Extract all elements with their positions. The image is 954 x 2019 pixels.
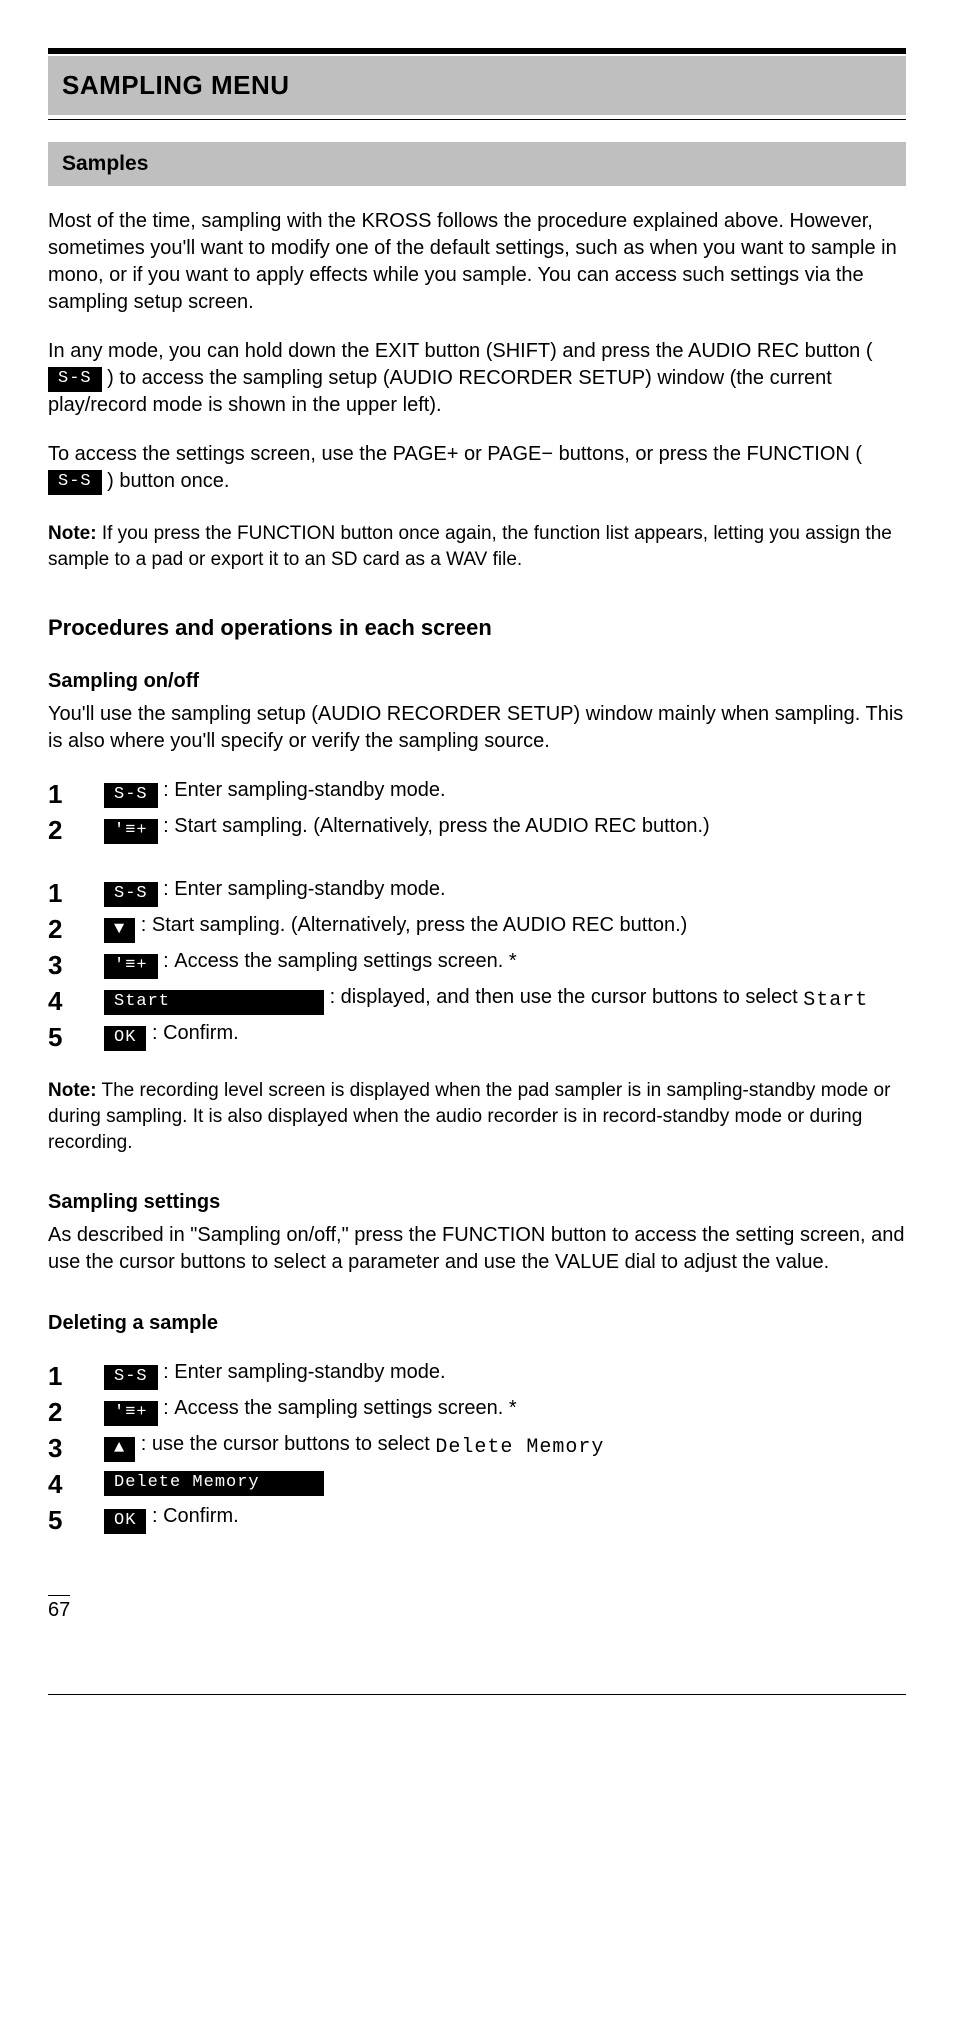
step-text: Confirm. bbox=[163, 1022, 239, 1044]
sampling-settings-intro: As described in "Sampling on/off," press… bbox=[48, 1222, 906, 1276]
step: S-S : Enter sampling-standby mode. bbox=[104, 777, 906, 809]
step: OK : Confirm. bbox=[104, 1020, 906, 1052]
ss-key: S-S bbox=[104, 783, 158, 808]
steps-sampling-onoff-cont: S-S : Enter sampling-standby mode. ▼ : S… bbox=[48, 876, 906, 1052]
step: '≡+ : Access the sampling settings scree… bbox=[104, 1395, 906, 1427]
note-1: Note: If you press the FUNCTION button o… bbox=[48, 521, 906, 572]
step-text: : bbox=[163, 779, 174, 801]
ss-icon: S-S bbox=[48, 367, 102, 392]
step-text: : bbox=[141, 914, 152, 936]
section-title-samples: Samples bbox=[48, 142, 906, 186]
subhead-sampling-onoff: Sampling on/off bbox=[48, 668, 906, 695]
text: To access the settings screen, use the P… bbox=[48, 443, 862, 465]
step: ▼ : Start sampling. (Alternatively, pres… bbox=[104, 912, 906, 944]
top-rule-thin bbox=[48, 119, 906, 120]
note-label: Note: bbox=[48, 1080, 97, 1101]
step-text: : bbox=[163, 878, 174, 900]
step-text: Start sampling. (Alternatively, press th… bbox=[174, 815, 709, 837]
setup-paragraph-1: In any mode, you can hold down the EXIT … bbox=[48, 338, 906, 419]
top-rule-thick bbox=[48, 48, 906, 54]
step-text: Enter sampling-standby mode. bbox=[174, 779, 445, 801]
step: ▲ : use the cursor buttons to select Del… bbox=[104, 1431, 906, 1463]
page-number: 67 bbox=[48, 1595, 70, 1624]
step-text: : bbox=[152, 1505, 163, 1527]
step-text: Enter sampling-standby mode. bbox=[174, 1361, 445, 1383]
note-text: The recording level screen is displayed … bbox=[48, 1080, 890, 1152]
steps-delete: S-S : Enter sampling-standby mode. '≡+ :… bbox=[48, 1359, 906, 1535]
setup-paragraph-2: To access the settings screen, use the P… bbox=[48, 441, 906, 495]
ok-key: OK bbox=[104, 1026, 146, 1051]
step: '≡+ : Start sampling. (Alternatively, pr… bbox=[104, 813, 906, 845]
list-key: '≡+ bbox=[104, 1401, 158, 1426]
footer-rule bbox=[48, 1694, 906, 1695]
step: OK : Confirm. bbox=[104, 1503, 906, 1535]
step: S-S : Enter sampling-standby mode. bbox=[104, 876, 906, 908]
step-text: : bbox=[152, 1022, 163, 1044]
footnote-number: 67 bbox=[48, 1595, 906, 1624]
steps-sampling-onoff: S-S : Enter sampling-standby mode. '≡+ :… bbox=[48, 777, 906, 845]
step-text: Access the sampling settings screen. * bbox=[174, 950, 516, 972]
delete-memory-key: Delete Memory bbox=[104, 1471, 324, 1496]
list-key: '≡+ bbox=[104, 819, 158, 844]
page-title: SAMPLING MENU bbox=[48, 56, 906, 115]
note-text: If you press the FUNCTION button once ag… bbox=[48, 523, 892, 570]
sampling-onoff-intro: You'll use the sampling setup (AUDIO REC… bbox=[48, 701, 906, 755]
up-key: ▲ bbox=[104, 1437, 135, 1462]
text: In any mode, you can hold down the EXIT … bbox=[48, 340, 873, 362]
start-key: Start bbox=[104, 990, 324, 1015]
ss-key: S-S bbox=[104, 1365, 158, 1390]
step-text: Confirm. bbox=[163, 1505, 239, 1527]
ss-key: S-S bbox=[104, 882, 158, 907]
step-text: Access the sampling settings screen. * bbox=[174, 1397, 516, 1419]
step: Start : displayed, and then use the curs… bbox=[104, 984, 906, 1016]
step: S-S : Enter sampling-standby mode. bbox=[104, 1359, 906, 1391]
step: '≡+ : Access the sampling settings scree… bbox=[104, 948, 906, 980]
text: ) to access the sampling setup (AUDIO RE… bbox=[48, 367, 832, 416]
subhead-sampling-settings: Sampling settings bbox=[48, 1189, 906, 1216]
text: ) button once. bbox=[107, 470, 229, 492]
note-2: Note: The recording level screen is disp… bbox=[48, 1078, 906, 1155]
ss-icon: S-S bbox=[48, 470, 102, 495]
step-text: Enter sampling-standby mode. bbox=[174, 878, 445, 900]
step-text: : use the cursor buttons to select bbox=[141, 1433, 430, 1455]
menu-text-start: Start bbox=[803, 989, 868, 1012]
ok-key: OK bbox=[104, 1509, 146, 1534]
note-label: Note: bbox=[48, 523, 97, 544]
down-key: ▼ bbox=[104, 918, 135, 943]
menu-text-delete: Delete Memory bbox=[435, 1436, 604, 1459]
step: Delete Memory bbox=[104, 1467, 906, 1499]
step-text: : displayed, and then use the cursor but… bbox=[330, 986, 798, 1008]
subhead-delete: Deleting a sample bbox=[48, 1310, 906, 1337]
subhead-procedures: Procedures and operations in each screen bbox=[48, 613, 906, 643]
step-text: : bbox=[163, 815, 174, 837]
intro-paragraph: Most of the time, sampling with the KROS… bbox=[48, 208, 906, 316]
step-text: : bbox=[163, 950, 174, 972]
list-key: '≡+ bbox=[104, 954, 158, 979]
step-text: : bbox=[163, 1397, 174, 1419]
step-text: Start sampling. (Alternatively, press th… bbox=[152, 914, 687, 936]
step-text: : bbox=[163, 1361, 174, 1383]
